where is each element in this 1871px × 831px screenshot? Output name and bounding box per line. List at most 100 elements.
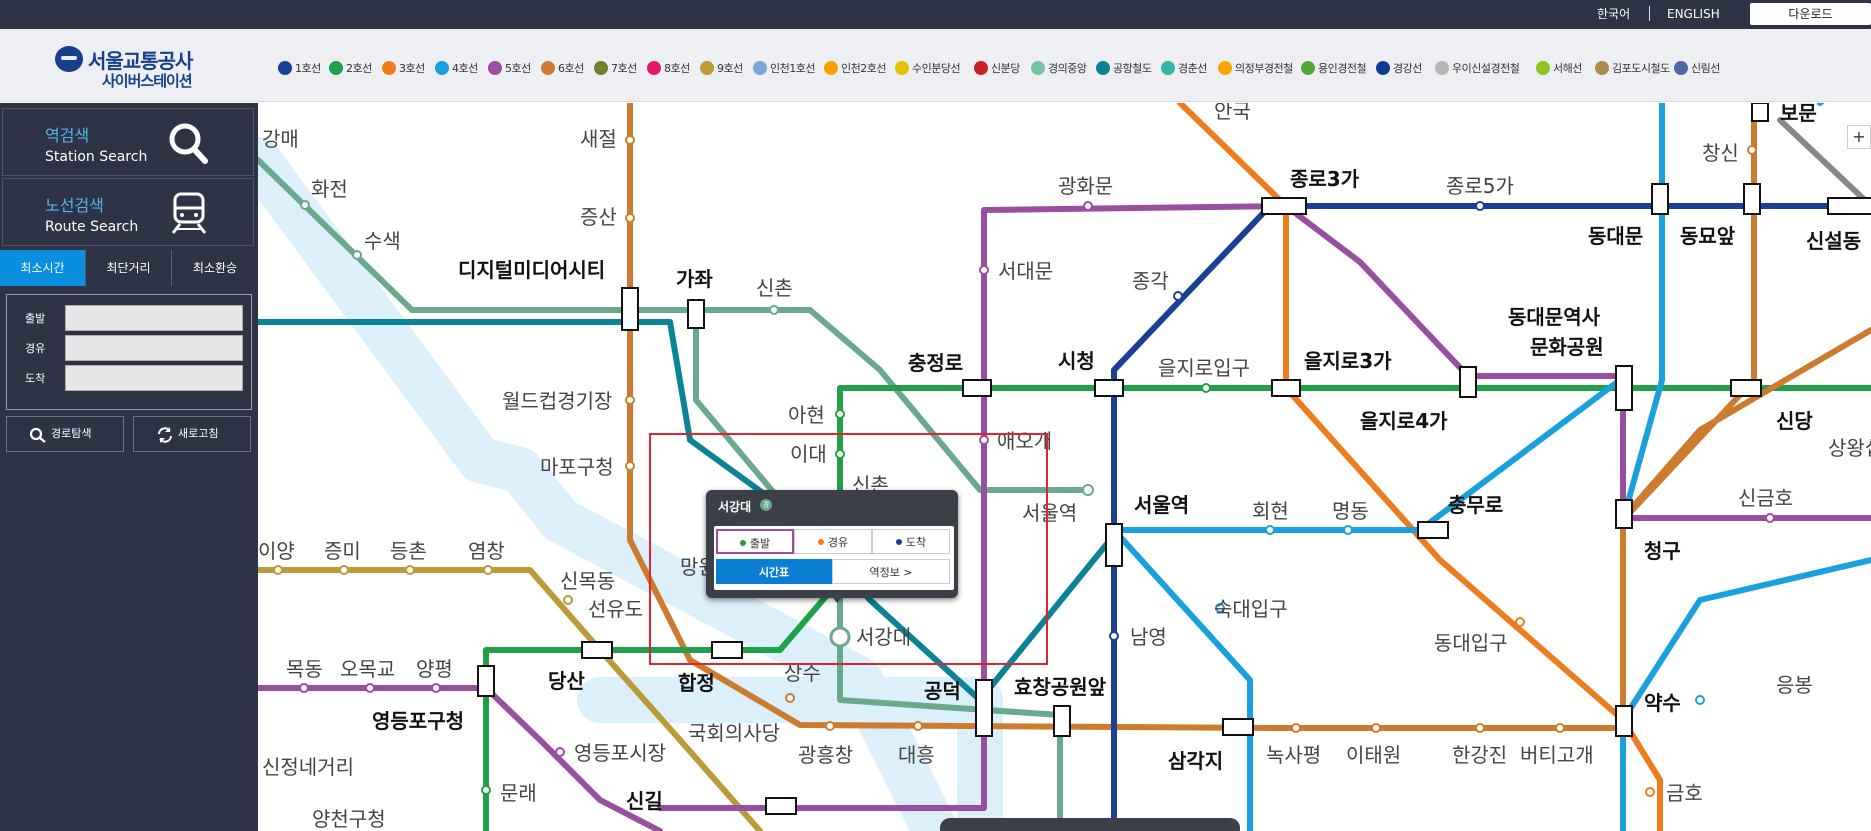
- station-label[interactable]: 충정로: [908, 351, 963, 375]
- station-label[interactable]: 신촌: [756, 276, 793, 300]
- station-label[interactable]: 동대문역사: [1508, 305, 1601, 329]
- station-label[interactable]: 대흥: [898, 743, 935, 767]
- depart-input[interactable]: [65, 305, 243, 331]
- station-label[interactable]: 신금호: [1738, 486, 1793, 510]
- station-label[interactable]: 광화문: [1058, 174, 1113, 198]
- station-label[interactable]: 을지로입구: [1158, 356, 1250, 380]
- download-button[interactable]: 다운로드: [1750, 3, 1871, 25]
- station-label[interactable]: 효창공원앞: [1014, 675, 1107, 699]
- station-label[interactable]: 새절: [580, 127, 617, 151]
- station-label[interactable]: 안국: [1214, 103, 1251, 123]
- station-label[interactable]: 신설동: [1806, 229, 1861, 253]
- legend-label: 신림선: [1691, 62, 1720, 75]
- legend-item: 8호선: [647, 60, 690, 78]
- station-label[interactable]: 을지로3가: [1304, 349, 1392, 373]
- station-label[interactable]: 영등포구청: [372, 709, 464, 733]
- station-label[interactable]: 금호: [1666, 781, 1703, 805]
- station-label[interactable]: 충무로: [1448, 493, 1503, 517]
- station-label[interactable]: 마포구청: [540, 455, 614, 479]
- station-label[interactable]: 숙대입구: [1214, 597, 1288, 621]
- station-label[interactable]: 가좌: [676, 267, 713, 291]
- tab-shortest-distance[interactable]: 최단거리: [86, 250, 172, 286]
- station-label[interactable]: 오목교: [340, 657, 395, 681]
- station-label[interactable]: 서울역: [1134, 493, 1189, 517]
- station-label[interactable]: 창신: [1702, 141, 1739, 165]
- popup-station-info-button[interactable]: 역정보 >: [832, 559, 950, 584]
- refresh-button[interactable]: 새로고침: [133, 416, 251, 452]
- station-label[interactable]: 청구: [1644, 539, 1681, 563]
- station-label[interactable]: 시청: [1058, 349, 1095, 373]
- station-label[interactable]: 선유도: [588, 597, 643, 621]
- station-label[interactable]: 문래: [500, 781, 537, 805]
- refresh-icon: [158, 427, 172, 443]
- station-label[interactable]: 신당: [1776, 409, 1813, 433]
- station-label[interactable]: 을지로4가: [1360, 409, 1448, 433]
- station-label[interactable]: 화전: [311, 177, 348, 201]
- station-label[interactable]: 종각: [1132, 269, 1169, 293]
- station-label[interactable]: 신정네거리: [262, 755, 354, 779]
- station-label[interactable]: 공덕: [924, 679, 961, 703]
- station-label[interactable]: 보문: [1780, 103, 1817, 125]
- via-input[interactable]: [65, 335, 243, 361]
- station-label[interactable]: 동묘앞: [1680, 224, 1736, 248]
- station-search-button[interactable]: 역검색 Station Search: [2, 108, 254, 176]
- route-search-label-en: Route Search: [45, 219, 139, 235]
- station-label[interactable]: 상왕십: [1828, 436, 1871, 460]
- tab-min-time[interactable]: 최소시간: [0, 250, 86, 286]
- station-label[interactable]: 버티고개: [1520, 743, 1594, 767]
- station-popup: 서강대 경 출발 경유 도착 시간표 역정보 >: [706, 490, 958, 603]
- station-label[interactable]: 명동: [1332, 499, 1369, 523]
- subway-map[interactable]: 강매 화전 수색 새절 증산 디지털미디어시티 가좌 신촌 월드컵경기장 마포구청 아현 이대 신촌 애오…: [258, 103, 1871, 831]
- station-label[interactable]: 응봉: [1776, 673, 1813, 697]
- popup-depart-button[interactable]: 출발: [716, 529, 794, 554]
- legend-item: 용인경전철: [1301, 60, 1367, 78]
- logo[interactable]: 서울교통공사 사이버스테이션: [52, 44, 212, 92]
- station-label[interactable]: 증산: [580, 205, 617, 229]
- route-search-submit-button[interactable]: 경로탐색: [6, 416, 124, 452]
- station-label[interactable]: 신목동: [560, 569, 615, 593]
- station-label[interactable]: 광흥창: [798, 743, 853, 767]
- station-label[interactable]: 동대입구: [1434, 631, 1508, 655]
- station-label[interactable]: 종로3가: [1290, 167, 1360, 191]
- popup-via-button[interactable]: 경유: [794, 529, 872, 554]
- station-label[interactable]: 수색: [364, 229, 401, 253]
- station-label[interactable]: 강매: [262, 127, 299, 151]
- station-label[interactable]: 서대문: [998, 259, 1053, 283]
- route-search-button[interactable]: 노선검색 Route Search: [2, 178, 254, 246]
- station-label[interactable]: 신길: [626, 789, 663, 813]
- logo-mark-icon: [55, 46, 83, 72]
- station-label[interactable]: 양천구청: [312, 807, 386, 831]
- station-label[interactable]: 양평: [416, 657, 453, 681]
- lang-korean-link[interactable]: 한국어: [1597, 7, 1630, 21]
- station-label[interactable]: 이양: [258, 539, 295, 563]
- station-label[interactable]: 이태원: [1346, 743, 1401, 767]
- line-badge-icon: [382, 61, 396, 75]
- station-label[interactable]: 국회의사당: [688, 721, 780, 745]
- station-label[interactable]: 월드컵경기장: [502, 389, 612, 413]
- station-label[interactable]: 디지털미디어시티: [458, 258, 605, 282]
- station-label[interactable]: 회현: [1252, 499, 1289, 523]
- station-label[interactable]: 증미: [324, 539, 361, 563]
- station-label[interactable]: 당산: [548, 669, 585, 693]
- station-label[interactable]: 남영: [1130, 625, 1167, 649]
- tab-min-transfer[interactable]: 최소환승: [172, 250, 258, 286]
- station-label[interactable]: 염창: [468, 539, 505, 563]
- popup-timetable-button[interactable]: 시간표: [716, 559, 832, 584]
- station-label[interactable]: 등촌: [390, 539, 427, 563]
- station-label[interactable]: 동대문: [1588, 224, 1643, 248]
- station-label[interactable]: 종로5가: [1446, 174, 1514, 198]
- lang-english-link[interactable]: ENGLISH: [1667, 7, 1720, 21]
- station-label[interactable]: 녹사평: [1266, 743, 1321, 767]
- station-label[interactable]: 아현: [788, 403, 825, 427]
- zoom-in-button[interactable]: +: [1847, 125, 1871, 149]
- station-label[interactable]: 문화공원: [1530, 335, 1604, 359]
- station-label[interactable]: 삼각지: [1168, 749, 1223, 773]
- station-label[interactable]: 한강진: [1452, 743, 1507, 767]
- arrive-input[interactable]: [65, 365, 243, 391]
- station-label[interactable]: 목동: [286, 657, 323, 681]
- sidebar: 역검색 Station Search 노선검색 Route Search 최소시…: [0, 103, 258, 831]
- station-label[interactable]: 합정: [678, 671, 715, 695]
- station-label[interactable]: 영등포시장: [574, 741, 666, 765]
- station-label[interactable]: 약수: [1644, 691, 1681, 715]
- popup-arrive-button[interactable]: 도착: [872, 529, 950, 554]
